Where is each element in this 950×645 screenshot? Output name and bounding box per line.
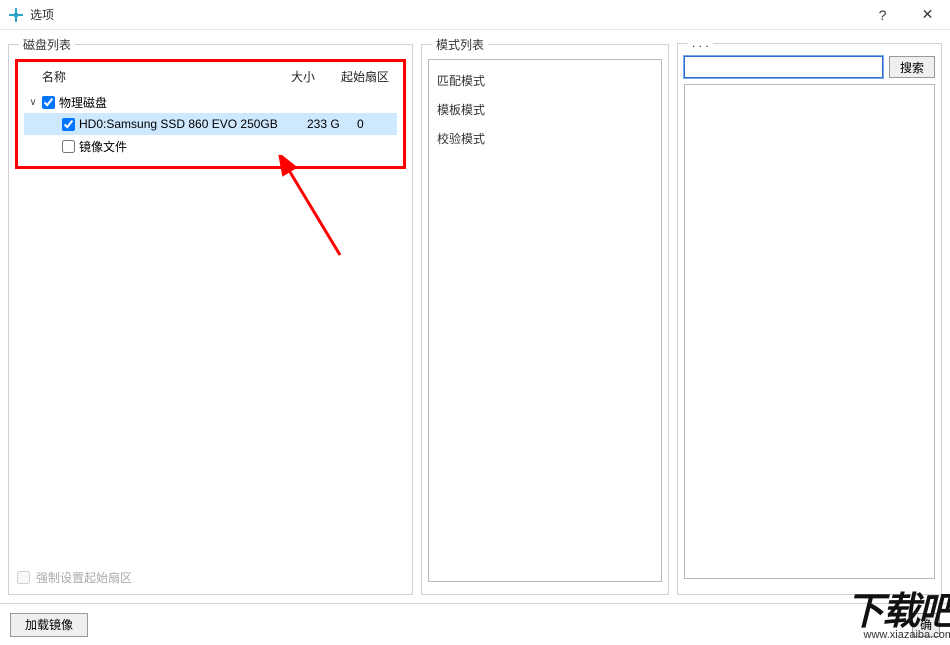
- search-results-list[interactable]: [684, 84, 935, 579]
- force-start-sector-checkbox: [17, 571, 30, 584]
- search-panel: . . . 搜索: [677, 36, 942, 595]
- titlebar: 选项 ? ✕: [0, 0, 950, 30]
- mode-item-verify[interactable]: 校验模式: [437, 124, 653, 153]
- image-file-checkbox[interactable]: [62, 140, 75, 153]
- main-content: 磁盘列表 名称 大小 起始扇区 ∨ 物理磁盘 HD0:Samsung SSD 8…: [0, 30, 950, 595]
- bottom-bar: 加载镜像 确: [0, 603, 950, 645]
- hd0-label: HD0:Samsung SSD 860 EVO 250GB: [79, 117, 307, 131]
- search-input[interactable]: [684, 56, 883, 78]
- ok-button-partial[interactable]: 确: [912, 613, 940, 637]
- disk-tree-highlight: 名称 大小 起始扇区 ∨ 物理磁盘 HD0:Samsung SSD 860 EV…: [15, 59, 406, 169]
- window-title: 选项: [30, 6, 54, 23]
- disk-list-panel: 磁盘列表 名称 大小 起始扇区 ∨ 物理磁盘 HD0:Samsung SSD 8…: [8, 36, 413, 595]
- mode-item-match[interactable]: 匹配模式: [437, 66, 653, 95]
- mode-list[interactable]: 匹配模式 模板模式 校验模式: [428, 59, 662, 582]
- app-icon: [8, 7, 24, 23]
- mode-list-panel: 模式列表 匹配模式 模板模式 校验模式: [421, 36, 669, 595]
- col-sector: 起始扇区: [341, 68, 397, 85]
- image-file-label: 镜像文件: [79, 138, 397, 155]
- search-row: 搜索: [684, 56, 935, 78]
- disk-tree-empty-area: [15, 169, 406, 565]
- force-start-sector-row: 强制设置起始扇区: [15, 565, 406, 588]
- tree-row-physical[interactable]: ∨ 物理磁盘: [24, 91, 397, 113]
- physical-disk-checkbox[interactable]: [42, 96, 55, 109]
- tree-row-hd0[interactable]: HD0:Samsung SSD 860 EVO 250GB 233 G 0: [24, 113, 397, 135]
- chevron-down-icon[interactable]: ∨: [26, 97, 40, 108]
- col-name: 名称: [42, 68, 291, 85]
- hd0-sector: 0: [357, 117, 397, 131]
- search-button[interactable]: 搜索: [889, 56, 935, 78]
- close-button[interactable]: ✕: [905, 0, 950, 30]
- physical-disk-label: 物理磁盘: [59, 94, 397, 111]
- col-size: 大小: [291, 68, 341, 85]
- search-panel-legend: . . .: [688, 36, 713, 50]
- mode-item-template[interactable]: 模板模式: [437, 95, 653, 124]
- hd0-checkbox[interactable]: [62, 118, 75, 131]
- hd0-size: 233 G: [307, 117, 357, 131]
- tree-row-image[interactable]: 镜像文件: [24, 135, 397, 157]
- force-start-sector-label: 强制设置起始扇区: [36, 569, 132, 586]
- disk-list-legend: 磁盘列表: [19, 36, 75, 53]
- disk-columns-header: 名称 大小 起始扇区: [24, 66, 397, 91]
- mode-list-legend: 模式列表: [432, 36, 488, 53]
- load-image-button[interactable]: 加载镜像: [10, 613, 88, 637]
- help-button[interactable]: ?: [860, 0, 905, 30]
